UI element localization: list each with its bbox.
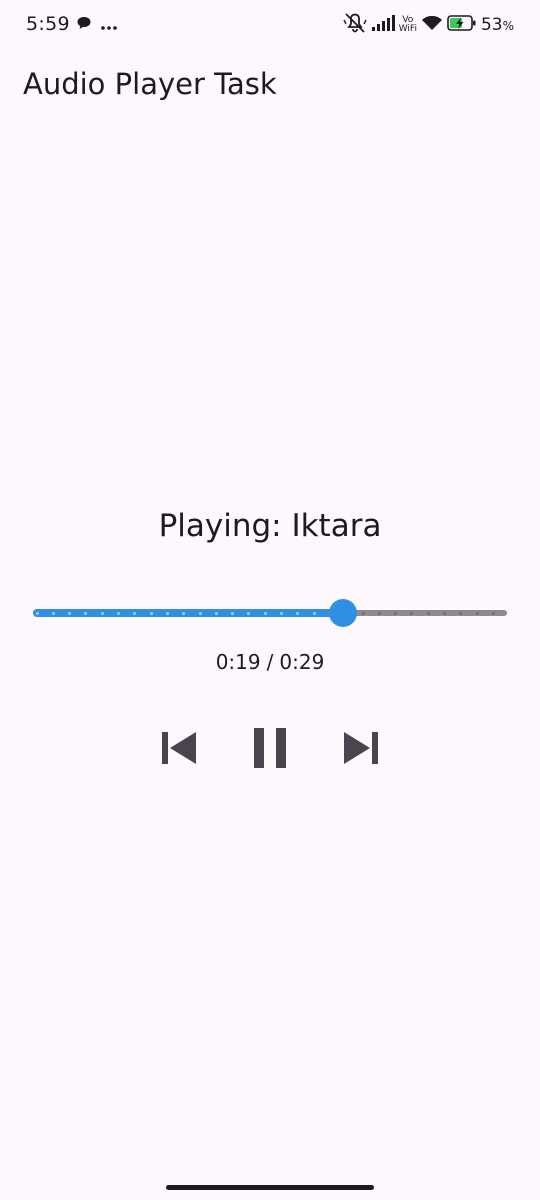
- battery-unit: %: [502, 19, 514, 33]
- skip-next-icon: [341, 728, 381, 772]
- seek-tick: [165, 611, 169, 615]
- skip-previous-icon: [159, 728, 199, 772]
- seek-tick: [296, 611, 300, 615]
- more-dots-icon: [100, 16, 118, 35]
- seek-tick: [84, 611, 88, 615]
- seek-tick: [410, 611, 414, 615]
- chat-bubble-icon: [76, 15, 92, 35]
- pause-icon: [250, 726, 290, 774]
- seek-tick: [68, 611, 72, 615]
- now-playing-label: Playing: Iktara: [158, 508, 382, 544]
- seek-tick: [182, 611, 186, 615]
- seek-tick: [35, 611, 39, 615]
- seek-tick: [51, 611, 55, 615]
- seek-tick: [394, 611, 398, 615]
- next-button[interactable]: [338, 727, 384, 773]
- seek-tick: [214, 611, 218, 615]
- pause-button[interactable]: [247, 727, 293, 773]
- status-right-icons: Vo WiFi 53%: [343, 13, 514, 37]
- playback-controls: [0, 727, 540, 773]
- seek-slider[interactable]: [33, 598, 507, 628]
- seek-tick: [280, 611, 283, 615]
- vowifi-icon: Vo WiFi: [399, 16, 417, 34]
- seek-thumb[interactable]: [329, 599, 357, 627]
- seek-ticks: [33, 611, 507, 615]
- seek-tick: [491, 611, 495, 615]
- seek-tick: [475, 611, 479, 615]
- status-bar: 5:59 Vo WiFi 53%: [0, 0, 540, 50]
- seek-tick: [312, 611, 316, 615]
- vibrate-off-icon: [343, 12, 367, 38]
- battery-value: 53: [480, 15, 503, 35]
- seek-tick: [443, 611, 446, 615]
- vowifi-bottom-label: WiFi: [398, 24, 417, 34]
- seek-tick: [361, 611, 365, 615]
- seek-tick: [247, 611, 251, 615]
- battery-percentage: 53%: [481, 15, 514, 35]
- seek-tick: [231, 611, 235, 615]
- battery-charging-icon: [447, 14, 477, 36]
- seek-tick: [133, 611, 137, 615]
- track-duration: 0:29: [279, 650, 325, 674]
- seek-tick: [426, 611, 430, 615]
- signal-icon: [371, 15, 395, 35]
- time-label: 0:19/0:29: [0, 650, 540, 674]
- seek-tick: [117, 611, 120, 615]
- status-left-icons: [76, 15, 118, 35]
- seek-tick: [377, 611, 381, 615]
- home-indicator[interactable]: [166, 1185, 374, 1190]
- wifi-icon: [421, 14, 443, 36]
- previous-button[interactable]: [156, 727, 202, 773]
- current-position: 0:19: [215, 650, 261, 674]
- seek-tick: [198, 611, 202, 615]
- seek-tick: [459, 611, 463, 615]
- seek-tick: [149, 611, 153, 615]
- seek-tick: [263, 611, 267, 615]
- seek-tick: [100, 611, 104, 615]
- app-title: Audio Player Task: [23, 67, 277, 101]
- status-time: 5:59: [26, 13, 70, 35]
- time-separator: /: [266, 650, 274, 674]
